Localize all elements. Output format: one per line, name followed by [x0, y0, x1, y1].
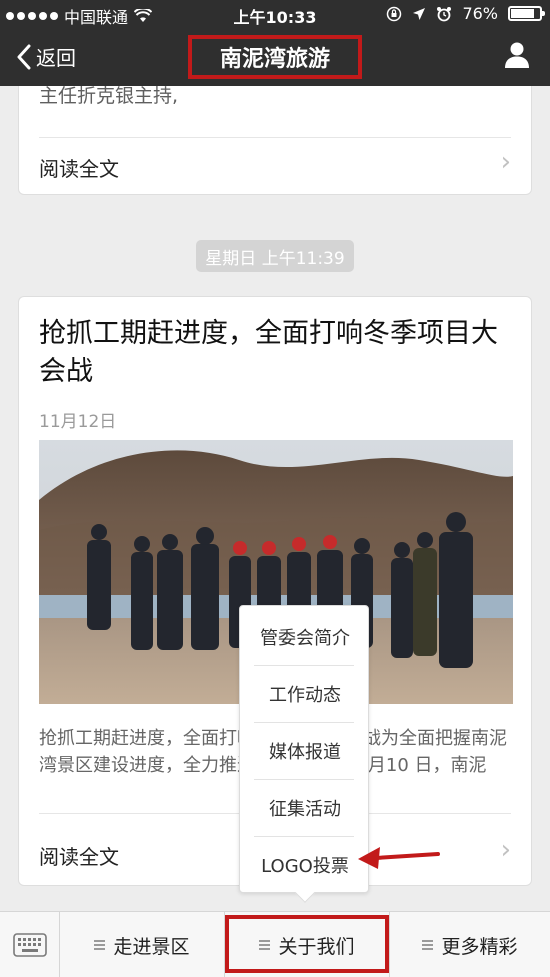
- status-bar: 中国联通 上午10:33 76%: [0, 0, 550, 28]
- keyboard-toggle-button[interactable]: [0, 912, 60, 977]
- page-title: 南泥湾旅游: [188, 35, 362, 79]
- highlight-box: [225, 915, 389, 973]
- menu-tab-label: 走进景区: [113, 935, 190, 958]
- article-title[interactable]: 抢抓工期赶进度，全面打响冬季项目大会战: [39, 315, 511, 391]
- menu-item-work-news[interactable]: 工作动态: [240, 665, 370, 722]
- message-timestamp: 星期日 上午11:39: [196, 240, 354, 272]
- back-button[interactable]: 返回: [16, 42, 76, 71]
- read-more-link[interactable]: 阅读全文: [39, 153, 119, 182]
- menu-item-media-reports[interactable]: 媒体报道: [240, 722, 370, 779]
- chevron-left-icon: [17, 44, 31, 69]
- article-card[interactable]: 主任折克银主持, 阅读全文 ›: [18, 86, 532, 195]
- menu-item-campaigns[interactable]: 征集活动: [240, 779, 370, 836]
- menu-lines-icon: [422, 938, 434, 952]
- profile-button[interactable]: [504, 41, 530, 73]
- nav-bar: 返回 南泥湾旅游: [0, 28, 550, 86]
- article-date: 11月12日: [39, 412, 117, 432]
- menu-tab-explore[interactable]: 走进景区: [60, 912, 224, 977]
- menu-item-committee-intro[interactable]: 管委会简介: [240, 608, 370, 665]
- chevron-right-icon: ›: [500, 835, 511, 865]
- alarm-icon: [437, 6, 452, 21]
- battery-icon: [508, 6, 545, 21]
- menu-lines-icon: [94, 938, 106, 952]
- read-more-link[interactable]: 阅读全文: [39, 841, 119, 870]
- keyboard-icon: [12, 933, 47, 957]
- back-label: 返回: [36, 46, 76, 70]
- chevron-right-icon: ›: [500, 147, 511, 177]
- menu-tab-label: 更多精彩: [441, 935, 518, 958]
- divider: [39, 137, 511, 138]
- bottom-menu-bar: 走进景区 关于我们 更多精彩: [0, 911, 550, 977]
- location-icon: [413, 7, 426, 20]
- person-icon: [505, 42, 529, 68]
- menu-tab-more[interactable]: 更多精彩: [390, 912, 550, 977]
- article-excerpt: 主任折克银主持,: [39, 86, 179, 107]
- submenu-popup: 管委会简介 工作动态 媒体报道 征集活动 LOGO投票: [239, 605, 370, 903]
- annotation-arrow-icon: [358, 847, 440, 869]
- rotation-lock-icon: [387, 6, 402, 21]
- battery-percent: 76%: [462, 4, 498, 23]
